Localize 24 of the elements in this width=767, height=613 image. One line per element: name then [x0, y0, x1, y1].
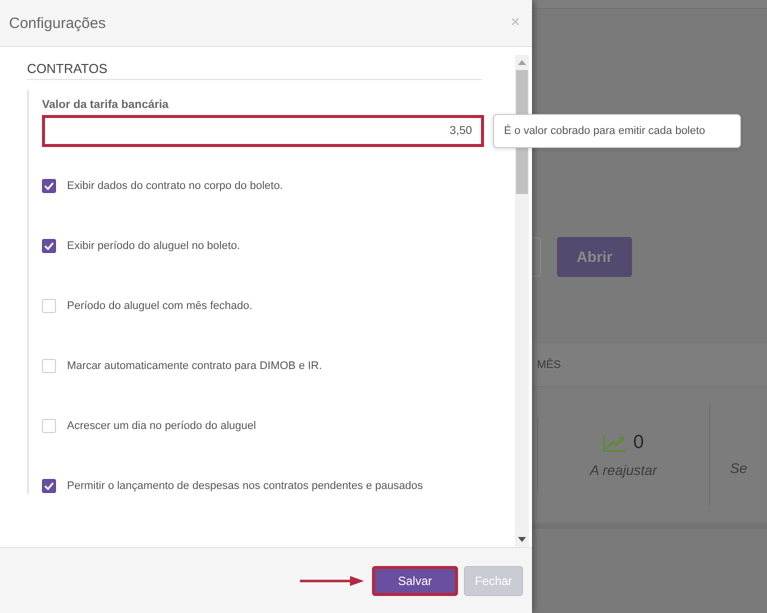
option-label: Acrescer um dia no período do aluguel [67, 420, 256, 432]
text-field[interactable] [532, 237, 541, 277]
tooltip: É o valor cobrado para emitir cada boleto [493, 114, 741, 148]
option-label: Exibir período do aluguel no boleto. [67, 240, 240, 252]
field-label: Valor da tarifa bancária [42, 99, 170, 111]
stat-label: Se [730, 460, 748, 476]
open-button[interactable]: Abrir [557, 237, 632, 277]
checkbox[interactable] [42, 179, 56, 193]
save-button[interactable]: Salvar [372, 566, 458, 596]
stat-value: 0 [633, 432, 644, 454]
trend-chart-icon [603, 434, 628, 452]
fee-input-field[interactable]: 3,50 [42, 115, 484, 147]
option-label: Período do aluguel com mês fechado. [67, 300, 252, 312]
dialog-title: Configurações [9, 14, 106, 32]
option-label: Marcar automaticamente contrato para DIMOB e IR. [67, 360, 322, 372]
section-heading: CONTRATOS [27, 61, 482, 80]
option-label: Permitir o lançamento de despesas nos contratos pendentes e pausados [67, 480, 423, 492]
stat-label: A reajustar [590, 462, 658, 478]
checkbox[interactable] [42, 479, 56, 493]
section-title: MÊS [537, 358, 561, 370]
checkbox[interactable] [42, 239, 56, 253]
arrow-annotation [300, 576, 364, 586]
close-button[interactable]: × [510, 14, 520, 32]
option-label: Exibir dados do contrato no corpo do boleto. [67, 180, 283, 192]
